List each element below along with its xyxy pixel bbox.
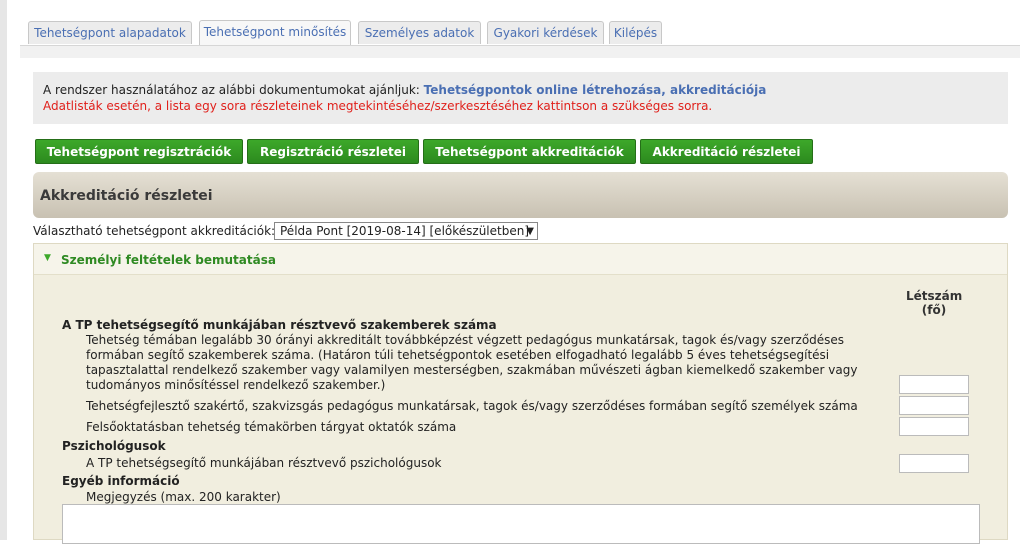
psychologists-count-input[interactable]: [899, 454, 969, 473]
tab-minosites[interactable]: Tehetségpont minősítés: [199, 20, 351, 45]
column-header-line-2: (fő): [921, 303, 947, 317]
tab-underline: [20, 45, 1020, 58]
experts-count-input[interactable]: [899, 396, 969, 415]
section-title: Akkreditáció részletei: [40, 188, 213, 204]
accreditations-button[interactable]: Tehetségpont akkreditációk: [423, 139, 636, 164]
note-textarea[interactable]: [62, 504, 980, 544]
item-line: Tehetség témában legalább 30 órányi akkr…: [86, 333, 845, 347]
item-line: tudományos minősítéssel rendelkező szake…: [86, 378, 386, 392]
item-line: formában segítő szakemberek száma. (Hatá…: [86, 348, 830, 362]
section-header: Akkreditáció részletei: [33, 172, 1008, 218]
item-trained-teachers: Tehetség témában legalább 30 órányi akkr…: [86, 333, 857, 393]
tab-kilepes[interactable]: Kilépés: [609, 21, 662, 44]
accreditation-select[interactable]: Példa Pont [2019-08-14] [előkészületben]…: [274, 222, 538, 240]
tab-szemelyes-adatok[interactable]: Személyes adatok: [358, 21, 481, 44]
dropdown-arrow-icon: ▼: [526, 226, 534, 237]
item-line: tapasztalattal rendelkező szakember vagy…: [86, 363, 858, 377]
column-header: Létszám (fő): [906, 289, 962, 317]
registrations-button[interactable]: Tehetségpont regisztrációk: [35, 139, 243, 164]
trained-teachers-count-input[interactable]: [899, 375, 969, 394]
tab-gyakori-kerdesek[interactable]: Gyakori kérdések: [487, 21, 604, 44]
tab-alapadatok[interactable]: Tehetségpont alapadatok: [28, 21, 192, 44]
item-experts: Tehetségfejlesztő szakértő, szakvizsgás …: [86, 399, 858, 413]
item-university-teachers: Felsőoktatásban tehetség témakörben tárg…: [86, 420, 457, 434]
registration-details-button[interactable]: Regisztráció részletei: [247, 139, 419, 164]
info-line-1: A rendszer használatához az alábbi dokum…: [43, 83, 766, 97]
collapse-triangle-icon[interactable]: ▼: [44, 253, 51, 263]
accreditation-details-button[interactable]: Akkreditáció részletei: [640, 139, 813, 164]
selector-label: Választható tehetségpont akkreditációk:: [33, 224, 276, 238]
panel-header[interactable]: ▼ Személyi feltételek bemutatása: [34, 244, 1007, 275]
info-text: A rendszer használatához az alábbi dokum…: [43, 83, 420, 97]
item-psychologists: A TP tehetségsegítő munkájában résztvevő…: [86, 456, 442, 470]
group-title-other-info: Egyéb információ: [62, 474, 180, 488]
group-title-psychologists: Pszichológusok: [62, 439, 166, 453]
group-title-specialists: A TP tehetségsegítő munkájában résztvevő…: [62, 318, 497, 332]
info-box: A rendszer használatához az alábbi dokum…: [33, 72, 1008, 124]
column-header-line-1: Létszám: [906, 289, 963, 303]
university-teachers-count-input[interactable]: [899, 417, 969, 436]
left-edge: [0, 0, 7, 540]
info-warning: Adatlisták esetén, a lista egy sora rész…: [43, 99, 713, 113]
personnel-panel: ▼ Személyi feltételek bemutatása Létszám…: [33, 243, 1008, 544]
panel-title: Személyi feltételek bemutatása: [61, 253, 276, 267]
select-value: Példa Pont [2019-08-14] [előkészületben]: [280, 224, 530, 238]
note-label: Megjegyzés (max. 200 karakter): [86, 490, 281, 504]
doc-link[interactable]: Tehetségpontok online létrehozása, akkre…: [424, 83, 767, 97]
